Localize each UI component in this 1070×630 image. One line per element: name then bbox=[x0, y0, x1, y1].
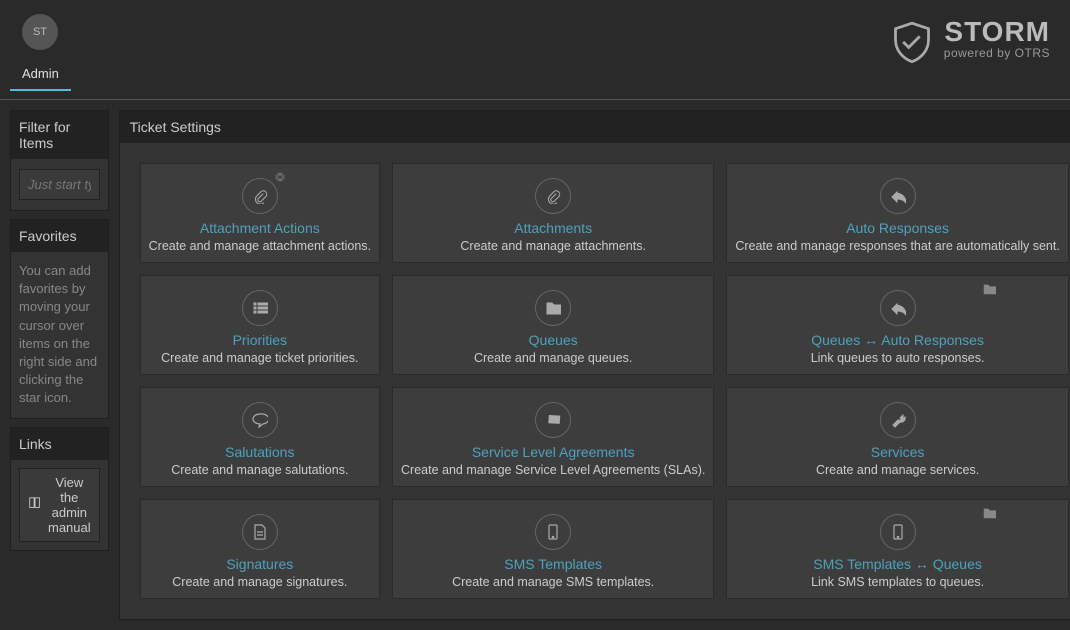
card-queues-auto-responses[interactable]: Queues ↔ Auto Responses Link queues to au… bbox=[726, 275, 1069, 375]
sidebar: Filter for Items Favorites You can add f… bbox=[10, 110, 109, 620]
card-priorities[interactable]: Priorities Create and manage ticket prior… bbox=[140, 275, 380, 375]
card-description: Link queues to auto responses. bbox=[735, 351, 1060, 365]
card-description: Create and manage salutations. bbox=[149, 463, 371, 477]
card-attachments[interactable]: Attachments Create and manage attachments… bbox=[392, 163, 714, 263]
card-title: Priorities bbox=[149, 332, 371, 348]
card-salutations[interactable]: Salutations Create and manage salutations… bbox=[140, 387, 380, 487]
card-title: Attachment Actions bbox=[149, 220, 371, 236]
card-sms-templates[interactable]: SMS Templates Create and manage SMS templ… bbox=[392, 499, 714, 599]
brand-name: STORM bbox=[944, 18, 1050, 46]
card-description: Create and manage services. bbox=[735, 463, 1060, 477]
card-title: Services bbox=[735, 444, 1060, 460]
folder-icon bbox=[535, 290, 571, 326]
card-grid: Attachment Actions Create and manage atta… bbox=[120, 143, 1070, 619]
card-description: Create and manage attachment actions. bbox=[149, 239, 371, 253]
folder-icon bbox=[982, 282, 996, 296]
card-description: Create and manage signatures. bbox=[149, 575, 371, 589]
tab-admin[interactable]: Admin bbox=[10, 58, 71, 91]
card-attachment-actions[interactable]: Attachment Actions Create and manage atta… bbox=[140, 163, 380, 263]
file-icon bbox=[242, 514, 278, 550]
favorites-panel-title: Favorites bbox=[11, 220, 108, 252]
card-title: SMS Templates bbox=[401, 556, 705, 572]
filter-panel-title: Filter for Items bbox=[11, 111, 108, 159]
filter-input[interactable] bbox=[19, 169, 100, 200]
card-title: Auto Responses bbox=[735, 220, 1060, 236]
avatar[interactable]: ST bbox=[22, 14, 58, 50]
main-content: Ticket Settings Attachment Actions Create… bbox=[119, 110, 1070, 620]
book-icon bbox=[28, 496, 42, 513]
card-description: Create and manage Service Level Agreemen… bbox=[401, 463, 705, 477]
attachment-icon bbox=[535, 178, 571, 214]
card-description: Create and manage attachments. bbox=[401, 239, 705, 253]
card-auto-responses[interactable]: Auto Responses Create and manage response… bbox=[726, 163, 1069, 263]
favorites-text: You can add favorites by moving your cur… bbox=[11, 252, 108, 418]
mobile-icon bbox=[880, 514, 916, 550]
card-title: Queues bbox=[401, 332, 705, 348]
card-signatures[interactable]: Signatures Create and manage signatures. bbox=[140, 499, 380, 599]
wrench-icon bbox=[880, 402, 916, 438]
card-queues[interactable]: Queues Create and manage queues. bbox=[392, 275, 714, 375]
card-description: Create and manage SMS templates. bbox=[401, 575, 705, 589]
list-icon bbox=[242, 290, 278, 326]
card-title: Queues ↔ Auto Responses bbox=[735, 332, 1060, 348]
card-title: Service Level Agreements bbox=[401, 444, 705, 460]
filter-panel: Filter for Items bbox=[10, 110, 109, 211]
shield-icon bbox=[890, 18, 934, 68]
folder-icon bbox=[982, 506, 996, 520]
brand-subtitle: powered by OTRS bbox=[944, 46, 1050, 60]
admin-manual-label: View the admin manual bbox=[48, 475, 91, 535]
gear-icon bbox=[273, 170, 287, 184]
card-description: Link SMS templates to queues. bbox=[735, 575, 1060, 589]
reply-icon bbox=[880, 178, 916, 214]
admin-manual-button[interactable]: View the admin manual bbox=[19, 468, 100, 542]
card-sms-templates-queues[interactable]: SMS Templates ↔ Queues Link SMS templates… bbox=[726, 499, 1069, 599]
card-services[interactable]: Services Create and manage services. bbox=[726, 387, 1069, 487]
card-description: Create and manage queues. bbox=[401, 351, 705, 365]
main-section-title: Ticket Settings bbox=[120, 111, 1070, 143]
mobile-icon bbox=[535, 514, 571, 550]
card-title: Salutations bbox=[149, 444, 371, 460]
card-title: Attachments bbox=[401, 220, 705, 236]
card-description: Create and manage responses that are aut… bbox=[735, 239, 1060, 253]
brand: STORM powered by OTRS bbox=[890, 14, 1050, 99]
card-title: Signatures bbox=[149, 556, 371, 572]
card-service-level-agreements[interactable]: Service Level Agreements Create and manag… bbox=[392, 387, 714, 487]
tab-bar: Admin bbox=[10, 58, 71, 91]
favorites-panel: Favorites You can add favorites by movin… bbox=[10, 219, 109, 419]
card-description: Create and manage ticket priorities. bbox=[149, 351, 371, 365]
links-panel-title: Links bbox=[11, 428, 108, 460]
header: ST Admin STORM powered by OTRS bbox=[0, 0, 1070, 100]
ticket-icon bbox=[535, 402, 571, 438]
chat-icon bbox=[242, 402, 278, 438]
card-title: SMS Templates ↔ Queues bbox=[735, 556, 1060, 572]
reply-icon bbox=[880, 290, 916, 326]
links-panel: Links View the admin manual bbox=[10, 427, 109, 551]
